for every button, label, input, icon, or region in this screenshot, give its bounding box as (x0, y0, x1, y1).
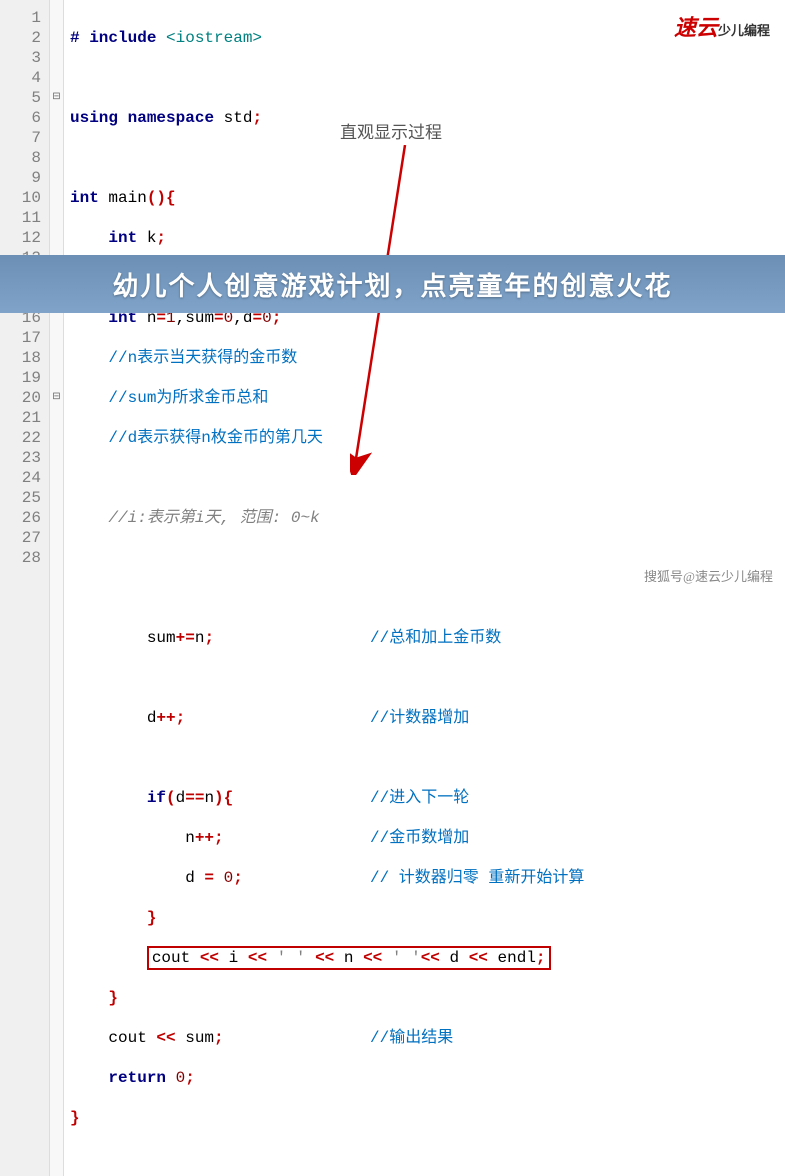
highlighted-line: cout << i << ' ' << n << ' '<< d << endl… (147, 946, 551, 970)
fold-gutter[interactable]: ⊟⊟ (50, 0, 64, 1176)
footer-attribution: 搜狐号@速云少儿编程 (644, 566, 773, 585)
code-area[interactable]: # include <iostream> using namespace std… (64, 0, 785, 1176)
line-number-gutter: 1234567891011121316171819202122232425262… (0, 0, 50, 1176)
annotation-label: 直观显示过程 (340, 118, 442, 143)
watermark-logo: 速云少儿编程 (674, 10, 770, 42)
overlay-banner: 幼儿个人创意游戏计划，点亮童年的创意火花 (0, 255, 785, 313)
code-editor: 1234567891011121316171819202122232425262… (0, 0, 785, 1176)
